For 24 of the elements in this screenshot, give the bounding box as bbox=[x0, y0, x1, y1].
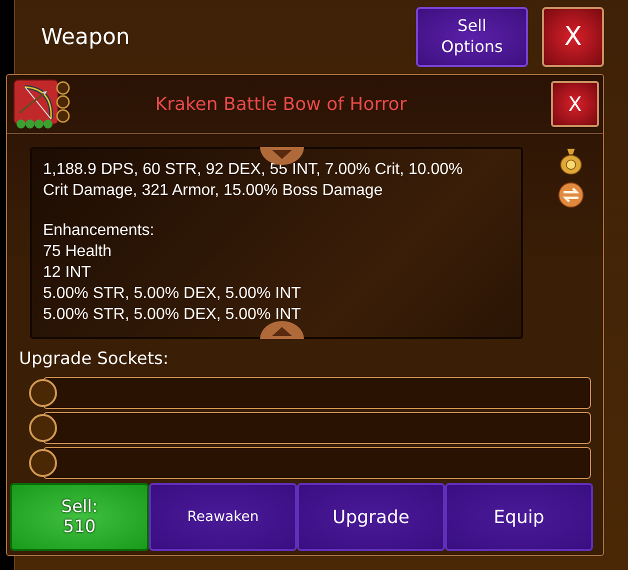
enhancement-text: 5.00% STR, 5.00% DEX, 5.00% INT bbox=[43, 305, 302, 325]
sell-options-button[interactable]: Sell Options bbox=[416, 7, 528, 67]
sockets-heading: Upgrade Sockets: bbox=[19, 349, 170, 369]
action-button[interactable]: Upgrade bbox=[297, 483, 445, 551]
enhancement-text: 75 Health bbox=[43, 242, 112, 262]
item-name: Kraken Battle Bow of Horror bbox=[154, 94, 408, 114]
socket-slot[interactable] bbox=[43, 447, 591, 479]
close-button[interactable]: X bbox=[551, 81, 599, 127]
socket-slot[interactable] bbox=[43, 377, 591, 409]
scroll-down-button[interactable] bbox=[260, 321, 304, 339]
close-button[interactable]: X bbox=[542, 7, 604, 67]
action-button[interactable]: Reawaken bbox=[149, 483, 297, 551]
swap-icon[interactable] bbox=[557, 181, 585, 209]
socket-ring-icon bbox=[29, 379, 57, 407]
enhancement-text: 12 INT bbox=[43, 263, 92, 283]
socket-ring-icon bbox=[29, 414, 57, 442]
socket-slot[interactable] bbox=[43, 412, 591, 444]
bow-icon bbox=[13, 79, 71, 129]
socket-ring-icon bbox=[29, 449, 57, 477]
enhancement-text: 5.00% STR, 5.00% DEX, 5.00% INT bbox=[43, 284, 302, 304]
action-button[interactable]: Equip bbox=[445, 483, 593, 551]
scroll-up-button[interactable] bbox=[260, 147, 304, 165]
enhancements-heading: Enhancements: bbox=[43, 221, 156, 241]
window-title: Weapon bbox=[41, 24, 130, 50]
